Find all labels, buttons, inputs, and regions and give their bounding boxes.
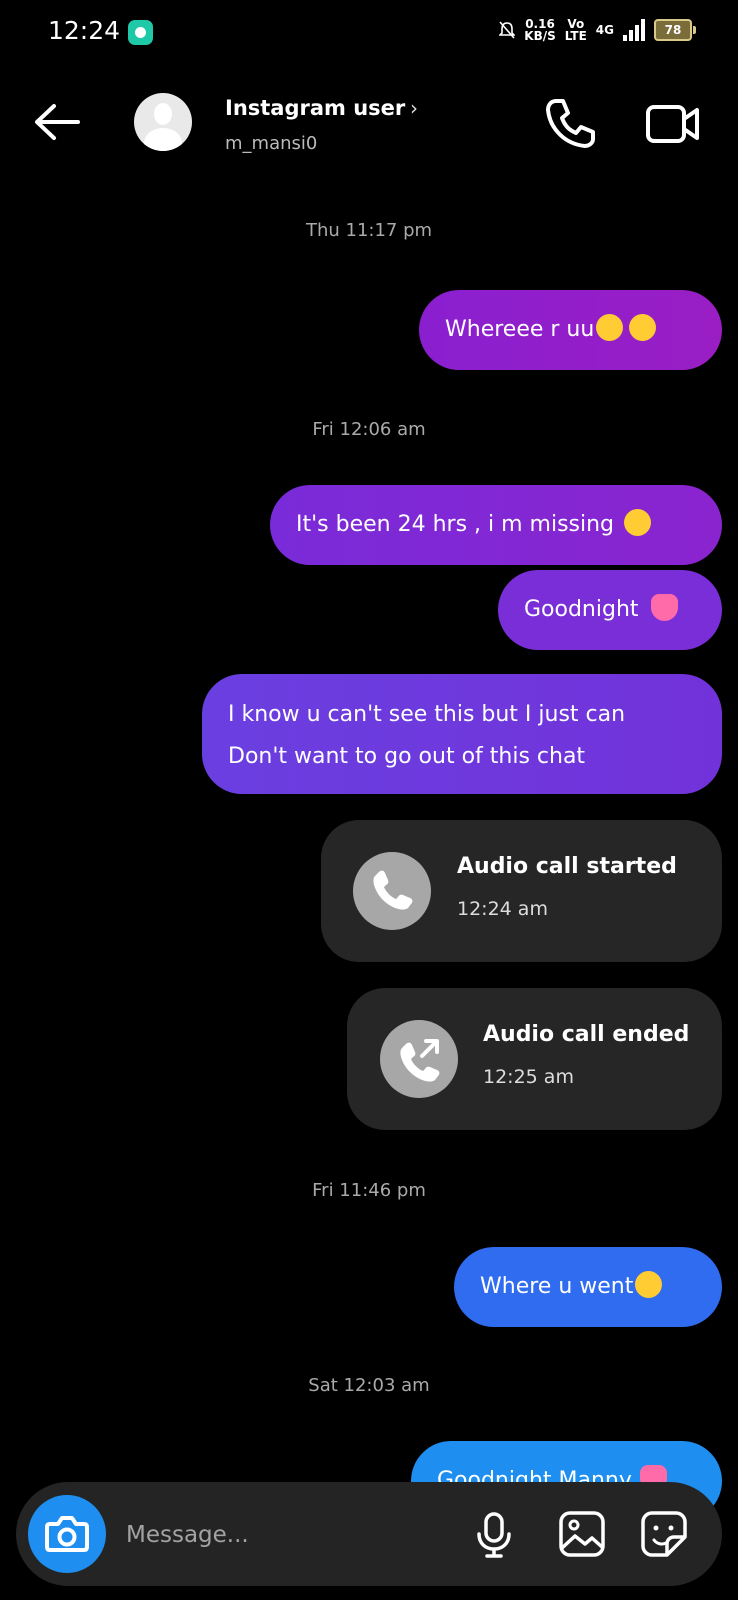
clock: 12:24 — [48, 16, 121, 45]
microphone-icon[interactable] — [468, 1508, 520, 1560]
message-text-line: Don't want to go out of this chat — [228, 744, 586, 769]
sent-message-bubble[interactable]: Whereee r uu — [419, 290, 722, 370]
phone-icon — [373, 870, 413, 910]
chat-header: Instagram user › m_mansi0 — [0, 80, 738, 170]
message-text: Where u went — [480, 1274, 634, 1299]
loudly-crying-face-icon — [629, 313, 657, 341]
message-composer — [16, 1482, 722, 1586]
contact-username[interactable]: m_mansi0 — [225, 133, 317, 154]
loudly-crying-face-icon — [596, 313, 624, 341]
video-icon[interactable] — [645, 98, 701, 150]
profile-icon — [154, 103, 172, 125]
call-title: Audio call started — [457, 854, 677, 879]
message-timestamp: Sat 12:03 am — [308, 1375, 430, 1396]
mute-bell-icon — [499, 21, 516, 39]
sent-message-bubble[interactable]: I know u can't see this but I just can D… — [202, 674, 722, 794]
message-timestamp: Thu 11:17 pm — [305, 220, 433, 241]
phone-icon[interactable] — [543, 96, 597, 150]
status-icons: 0.16 KB/S Vo LTE 4G 78 — [499, 18, 696, 42]
call-title: Audio call ended — [483, 1022, 690, 1047]
network-type: 4G — [596, 24, 614, 36]
network-speed-unit: KB/S — [524, 29, 556, 43]
call-time: 12:25 am — [483, 1066, 574, 1088]
camera-icon — [45, 1516, 89, 1552]
call-icon-circle — [380, 1020, 458, 1098]
pensive-face-icon — [635, 1270, 663, 1298]
sent-message-bubble[interactable]: It's been 24 hrs , i m missing — [270, 485, 722, 565]
message-input[interactable] — [124, 1512, 448, 1558]
call-icon-circle — [353, 852, 431, 930]
status-bar: 12:24 0.16 KB/S Vo LTE 4G 78 — [0, 0, 738, 66]
sticker-icon[interactable] — [638, 1508, 690, 1560]
avatar[interactable] — [134, 93, 192, 151]
message-text: It's been 24 hrs , i m missing — [296, 512, 615, 537]
message-text: Goodnight — [524, 597, 639, 622]
notification-app-icon — [128, 20, 153, 45]
network-speed: 0.16 KB/S — [524, 18, 555, 42]
pleading-face-icon — [624, 508, 652, 536]
volte-indicator: Vo LTE — [565, 18, 587, 42]
signal-icon — [623, 19, 645, 41]
volte-bottom: LTE — [564, 29, 587, 43]
network-type-label: 4G — [595, 23, 614, 37]
back-arrow-icon[interactable] — [32, 102, 82, 142]
message-timestamp: Fri 12:06 am — [312, 419, 426, 440]
sent-message-bubble[interactable]: Goodnight — [498, 570, 722, 650]
phone-outgoing-icon — [400, 1039, 440, 1082]
gallery-icon[interactable] — [556, 1508, 608, 1560]
message-timestamp: Fri 11:46 pm — [312, 1180, 426, 1201]
message-text: Whereee r uu — [445, 317, 595, 342]
call-time: 12:24 am — [457, 898, 548, 920]
sent-message-bubble[interactable]: Where u went — [454, 1247, 722, 1327]
contact-name[interactable]: Instagram user — [225, 96, 405, 120]
camera-button[interactable] — [28, 1495, 106, 1573]
chevron-right-icon[interactable]: › — [410, 96, 418, 120]
battery-icon: 78 — [654, 19, 696, 41]
two-hearts-icon — [650, 593, 678, 621]
message-text-line: I know u can't see this but I just can — [228, 702, 626, 727]
call-log-card[interactable]: Audio call started 12:24 am — [321, 820, 722, 962]
call-log-card[interactable]: Audio call ended 12:25 am — [347, 988, 722, 1130]
